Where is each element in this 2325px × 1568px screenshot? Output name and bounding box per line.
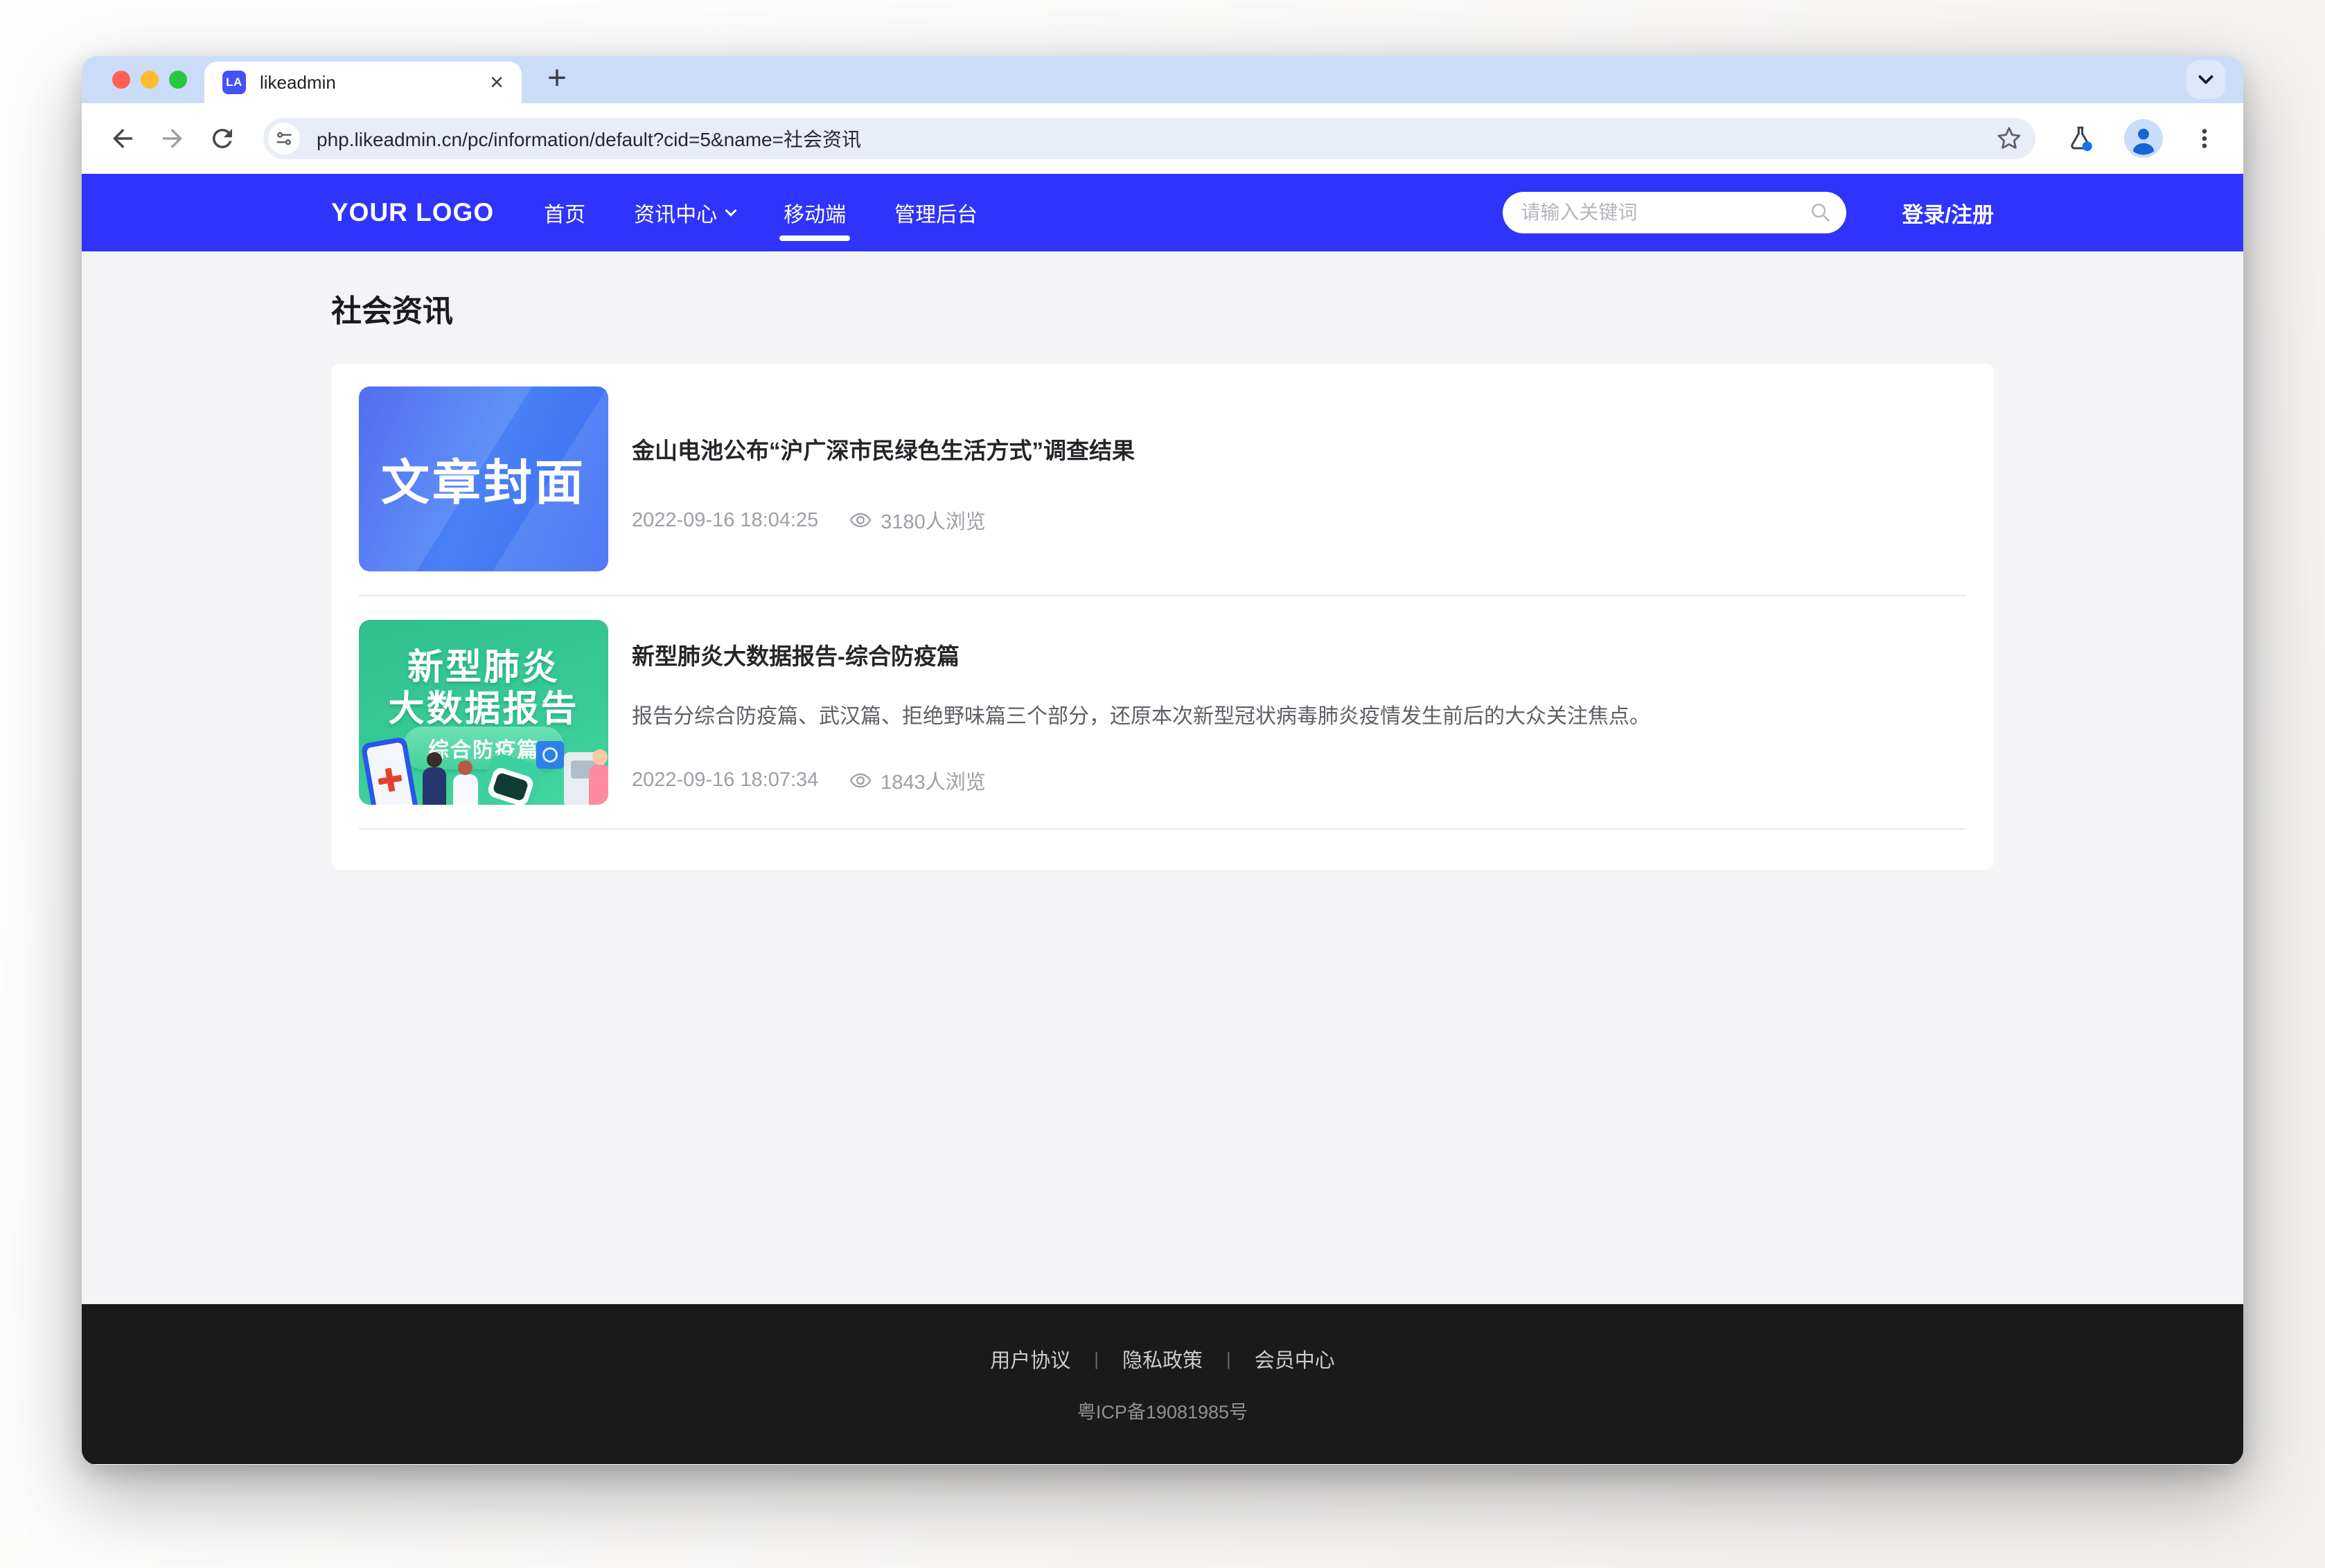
cover-illustration-fingerprint	[536, 741, 564, 769]
article-row[interactable]: 文章封面 金山电池公布“沪广深市民绿色生活方式”调查结果 2022-09-16 …	[359, 386, 1966, 596]
url-text[interactable]: php.likeadmin.cn/pc/information/default?…	[317, 125, 1995, 152]
article-title[interactable]: 金山电池公布“沪广深市民绿色生活方式”调查结果	[632, 432, 1966, 465]
tab-favicon: LA	[222, 71, 246, 94]
article-date: 2022-09-16 18:07:34	[632, 769, 818, 792]
article-cover-image[interactable]: 新型肺炎 大数据报告 综合防疫篇	[359, 620, 608, 805]
tab-close-icon[interactable]: ×	[490, 71, 504, 94]
chevron-down-icon	[2198, 69, 2214, 84]
article-views: 3180人浏览	[881, 506, 986, 535]
site-settings-icon[interactable]	[268, 123, 300, 154]
browser-menu-kebab-icon[interactable]	[2192, 126, 2217, 151]
article-date: 2022-09-16 18:04:25	[632, 509, 818, 532]
cover-illustration-person	[423, 767, 446, 805]
close-window-button[interactable]	[112, 71, 130, 89]
nav-item-admin[interactable]: 管理后台	[893, 174, 979, 251]
eye-views-icon	[849, 508, 872, 532]
footer-separator: |	[1226, 1348, 1231, 1370]
eye-views-icon	[849, 769, 872, 792]
footer-link-member-center[interactable]: 会员中心	[1255, 1344, 1335, 1373]
cover-text-line2: 大数据报告	[359, 679, 608, 731]
tab-strip: LA likeadmin × +	[82, 56, 2243, 103]
footer-link-user-agreement[interactable]: 用户协议	[990, 1344, 1070, 1373]
toolbar-actions	[2066, 119, 2217, 158]
nav-item-news-center[interactable]: 资讯中心	[633, 174, 736, 251]
article-meta: 2022-09-16 18:07:34 1843人浏览	[632, 766, 1966, 795]
nav-item-mobile[interactable]: 移动端	[782, 174, 847, 251]
tab-title: likeadmin	[260, 72, 336, 93]
page-title: 社会资讯	[331, 286, 1994, 330]
search-input[interactable]	[1521, 202, 1809, 224]
article-row[interactable]: 新型肺炎 大数据报告 综合防疫篇 新型肺炎大数据报告-综合防疫篇 报告分综合防	[359, 596, 1966, 830]
footer-separator: |	[1094, 1348, 1099, 1370]
article-title[interactable]: 新型肺炎大数据报告-综合防疫篇	[632, 638, 1966, 671]
browser-window: LA likeadmin × + php.likeadmin.cn/pc/inf…	[82, 56, 2243, 1465]
cover-illustration-person	[589, 765, 608, 805]
minimize-window-button[interactable]	[141, 71, 159, 89]
article-cover-image[interactable]: 文章封面	[359, 386, 608, 571]
cover-text: 文章封面	[359, 386, 608, 571]
address-bar[interactable]: php.likeadmin.cn/pc/information/default?…	[263, 118, 2035, 159]
article-list-card: 文章封面 金山电池公布“沪广深市民绿色生活方式”调查结果 2022-09-16 …	[331, 364, 1994, 870]
new-tab-button[interactable]: +	[547, 59, 567, 97]
fullscreen-window-button[interactable]	[169, 71, 187, 89]
main-menu: 首页 资讯中心 移动端 管理后台	[542, 174, 979, 251]
article-views: 1843人浏览	[881, 766, 986, 795]
chevron-down-icon	[725, 205, 737, 217]
page-content: 社会资讯 文章封面 金山电池公布“沪广深市民绿色生活方式”调查结果 2022-0…	[82, 251, 2243, 1304]
tab-search-button[interactable]	[2186, 60, 2225, 99]
site-navbar: YOUR LOGO 首页 资讯中心 移动端 管理后台 登录/注册	[82, 174, 2243, 251]
cover-illustration-person	[453, 774, 478, 805]
article-description: 报告分综合防疫篇、武汉篇、拒绝野味篇三个部分，还原本次新型冠状病毒肺炎疫情发生前…	[632, 703, 1966, 731]
site-footer: 用户协议 | 隐私政策 | 会员中心 粤ICP备19081985号	[82, 1304, 2243, 1464]
back-button[interactable]	[108, 124, 137, 153]
bookmark-star-icon[interactable]	[1995, 125, 2023, 152]
browser-tab[interactable]: LA likeadmin ×	[204, 62, 522, 103]
search-icon[interactable]	[1809, 201, 1832, 224]
keyword-search	[1503, 192, 1846, 233]
footer-link-privacy-policy[interactable]: 隐私政策	[1122, 1344, 1203, 1373]
login-register-link[interactable]: 登录/注册	[1902, 197, 1994, 229]
window-controls	[82, 71, 187, 89]
nav-item-home[interactable]: 首页	[542, 174, 587, 251]
reload-button[interactable]	[208, 124, 237, 153]
icp-filing-number: 粤ICP备19081985号	[1077, 1397, 1248, 1424]
experiments-flask-icon[interactable]	[2066, 124, 2095, 153]
profile-avatar[interactable]	[2124, 119, 2163, 158]
browser-toolbar: php.likeadmin.cn/pc/information/default?…	[82, 103, 2243, 174]
forward-button[interactable]	[158, 124, 187, 153]
article-meta: 2022-09-16 18:04:25 3180人浏览	[632, 506, 1966, 535]
site-logo[interactable]: YOUR LOGO	[331, 198, 494, 227]
